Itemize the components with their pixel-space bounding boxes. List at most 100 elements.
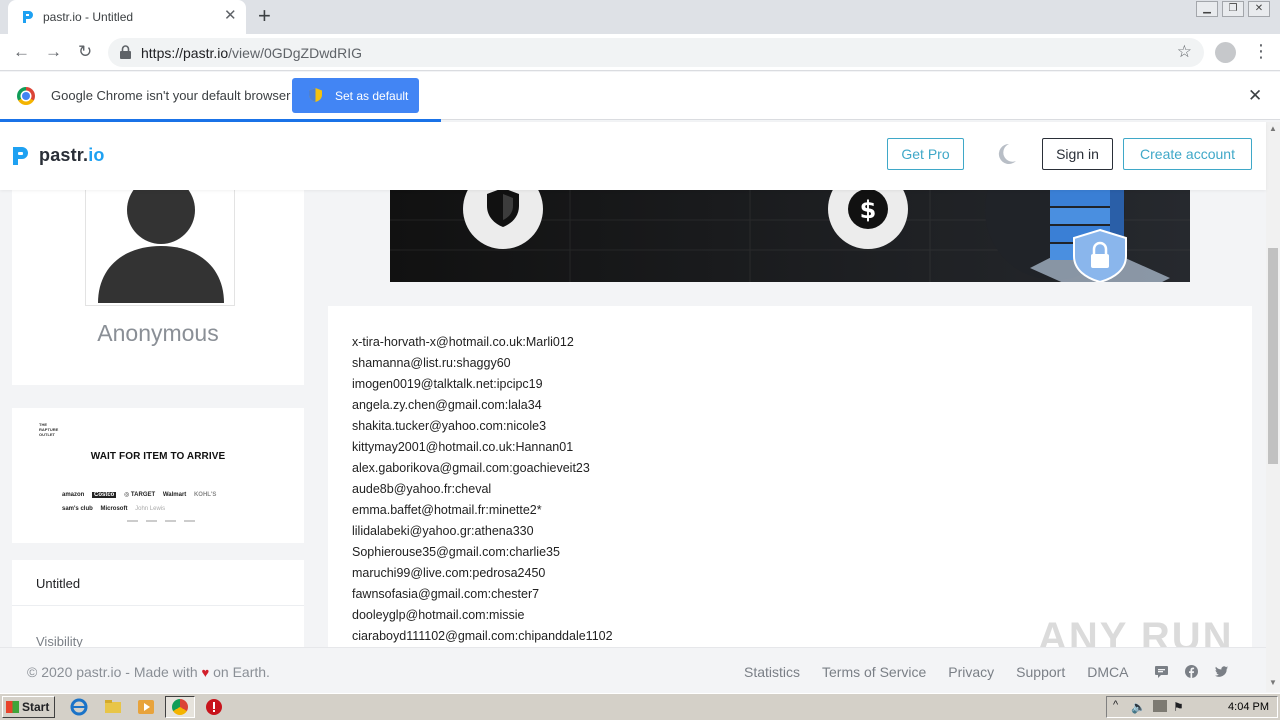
ad-logo-target: ◎ TARGET [124, 492, 156, 498]
uac-shield-icon [309, 88, 322, 102]
copyright-text: © 2020 pastr.io - Made with ♥ on Earth. [27, 664, 270, 680]
action-center-flag-icon[interactable]: ⚑ [1173, 700, 1184, 714]
address-bar: ← → ↻ https://pastr.io/view/0GDgZDwdRIG … [0, 34, 1280, 71]
alert-app-icon[interactable] [205, 698, 223, 716]
create-account-button[interactable]: Create account [1123, 138, 1252, 170]
network-icon[interactable] [1153, 700, 1167, 712]
footer-links: Statistics Terms of Service Privacy Supp… [744, 664, 1150, 680]
ad-logo-amazon: amazon [62, 492, 85, 498]
ad-logo-microsoft: Microsoft [100, 506, 128, 512]
paste-line: ciaraboyd111102@gmail.com:chipanddale110… [352, 629, 613, 643]
paste-line: angela.zy.chen@gmail.com:lala34 [352, 398, 542, 412]
paste-line: dooleyglp@hotmail.com:missie [352, 608, 525, 622]
brand-name: pastr.io [39, 145, 105, 165]
volume-icon[interactable]: 🔈 [1131, 700, 1146, 714]
tab-title: pastr.io - Untitled [43, 10, 134, 24]
scroll-up-arrow-icon[interactable]: ▲ [1269, 124, 1277, 133]
footer-link-terms[interactable]: Terms of Service [822, 664, 926, 680]
sign-in-button[interactable]: Sign in [1042, 138, 1113, 170]
heart-icon: ♥ [201, 665, 210, 680]
paste-line: shamanna@list.ru:shaggy60 [352, 356, 511, 370]
tray-expand-icon[interactable]: ^ [1113, 699, 1118, 711]
page-scrollbar[interactable]: ▲ ▼ [1266, 122, 1280, 692]
avatar [85, 190, 235, 306]
taskbar-chrome-item[interactable] [165, 696, 195, 718]
chat-icon[interactable] [1155, 665, 1168, 678]
footer-link-statistics[interactable]: Statistics [744, 664, 800, 680]
author-card: Anonymous [12, 190, 304, 385]
twitter-icon[interactable] [1215, 665, 1228, 678]
promo-banner-graphic: $ [390, 190, 1190, 282]
scroll-thumb[interactable] [1268, 248, 1278, 464]
paste-line: x-tira-horvath-x@hotmail.co.uk:Marli012 [352, 335, 574, 349]
tab-close-icon[interactable]: ✕ [224, 8, 237, 24]
paste-line: imogen0019@talktalk.net:ipcipc19 [352, 377, 543, 391]
promo-banner[interactable]: $ [390, 190, 1190, 282]
forward-arrow-icon[interactable]: → [45, 43, 62, 61]
paste-title: Untitled [36, 576, 81, 591]
pastr-favicon-icon [23, 11, 33, 23]
profile-avatar-icon[interactable] [1215, 42, 1236, 63]
brand-logo[interactable]: pastr.io [11, 145, 105, 166]
windows-flag-icon [6, 701, 19, 713]
lock-icon [120, 45, 131, 59]
ad-carousel-dots [127, 520, 197, 522]
svg-text:$: $ [860, 196, 877, 224]
get-pro-button[interactable]: Get Pro [887, 138, 964, 170]
paste-line: lilidalabeki@yahoo.gr:athena330 [352, 524, 534, 538]
paste-line: fawnsofasia@gmail.com:chester7 [352, 587, 540, 601]
ad-logo-walmart: Walmart [162, 492, 187, 498]
ad-logo-kohls: KOHL'S [193, 492, 217, 498]
sidebar-ad[interactable]: THE RAPTURE OUTLET WAIT FOR ITEM TO ARRI… [12, 408, 304, 543]
ad-retailer-logos: amazon Costco ◎ TARGET Walmart KOHL'S sa… [62, 488, 262, 516]
paste-content[interactable]: x-tira-horvath-x@hotmail.co.uk:Marli012 … [328, 306, 1252, 647]
back-arrow-icon[interactable]: ← [13, 43, 30, 61]
site-header: pastr.io Get Pro Sign in Create account [0, 122, 1266, 190]
clock: 4:04 PM [1228, 701, 1269, 713]
close-window-icon[interactable]: ✕ [1248, 1, 1270, 17]
url-text: https://pastr.io/view/0GDgZDwdRIG [141, 45, 362, 61]
set-as-default-button[interactable]: Set as default [292, 78, 419, 113]
windows-taskbar: Start ^ 🔈 ⚑ 4:04 PM [0, 693, 1280, 720]
browser-tab[interactable]: pastr.io - Untitled ✕ [8, 0, 246, 34]
anyrun-watermark: ANY RUN [1038, 615, 1234, 647]
facebook-icon[interactable] [1185, 665, 1198, 678]
paste-line: Sophierouse35@gmail.com:charlie35 [352, 545, 560, 559]
restore-icon[interactable]: ❐ [1222, 1, 1244, 17]
infobar-message: Google Chrome isn't your default browser [51, 88, 291, 103]
media-player-icon[interactable] [137, 698, 155, 716]
pastr-logo-icon [13, 146, 28, 165]
visibility-label: Visibility [36, 634, 83, 647]
footer-link-privacy[interactable]: Privacy [948, 664, 994, 680]
chrome-taskbar-icon [172, 699, 188, 715]
url-input[interactable]: https://pastr.io/view/0GDgZDwdRIG ☆ [108, 38, 1204, 67]
new-tab-icon[interactable]: + [258, 4, 271, 28]
paste-line: aude8b@yahoo.fr:cheval [352, 482, 492, 496]
dark-mode-moon-icon[interactable] [995, 143, 1017, 165]
user-silhouette-icon [98, 190, 224, 303]
paste-text[interactable]: x-tira-horvath-x@hotmail.co.uk:Marli012 … [352, 332, 613, 647]
paste-line: emma.baffet@hotmail.fr:minette2* [352, 503, 542, 517]
paste-line: alex.gaborikova@gmail.com:goachieveit23 [352, 461, 590, 475]
ad-logo-costco: Costco [92, 492, 117, 498]
system-tray: ^ 🔈 ⚑ 4:04 PM [1106, 696, 1278, 718]
ad-logo-johnlewis: John Lewis [135, 506, 166, 512]
ad-headline: WAIT FOR ITEM TO ARRIVE [90, 451, 226, 462]
default-browser-infobar: Google Chrome isn't your default browser… [0, 72, 1280, 120]
bookmark-star-icon[interactable]: ☆ [1177, 42, 1192, 62]
internet-explorer-icon[interactable] [70, 698, 88, 716]
paste-meta-card: Untitled Visibility [12, 560, 304, 647]
reload-icon[interactable]: ↻ [78, 43, 92, 61]
infobar-close-icon[interactable]: ✕ [1248, 86, 1262, 106]
chrome-logo-icon [17, 87, 35, 105]
minimize-icon[interactable]: ▁ [1196, 1, 1218, 17]
chrome-menu-icon[interactable]: ⋮ [1252, 41, 1270, 61]
folder-icon[interactable] [104, 698, 122, 716]
scroll-down-arrow-icon[interactable]: ▼ [1269, 678, 1277, 687]
ad-brand: THE RAPTURE OUTLET [39, 422, 59, 437]
window-controls: ▁ ❐ ✕ [1196, 1, 1270, 17]
start-button[interactable]: Start [2, 696, 55, 718]
footer-link-support[interactable]: Support [1016, 664, 1065, 680]
paste-line: maruchi99@live.com:pedrosa2450 [352, 566, 546, 580]
footer-link-dmca[interactable]: DMCA [1087, 664, 1128, 680]
